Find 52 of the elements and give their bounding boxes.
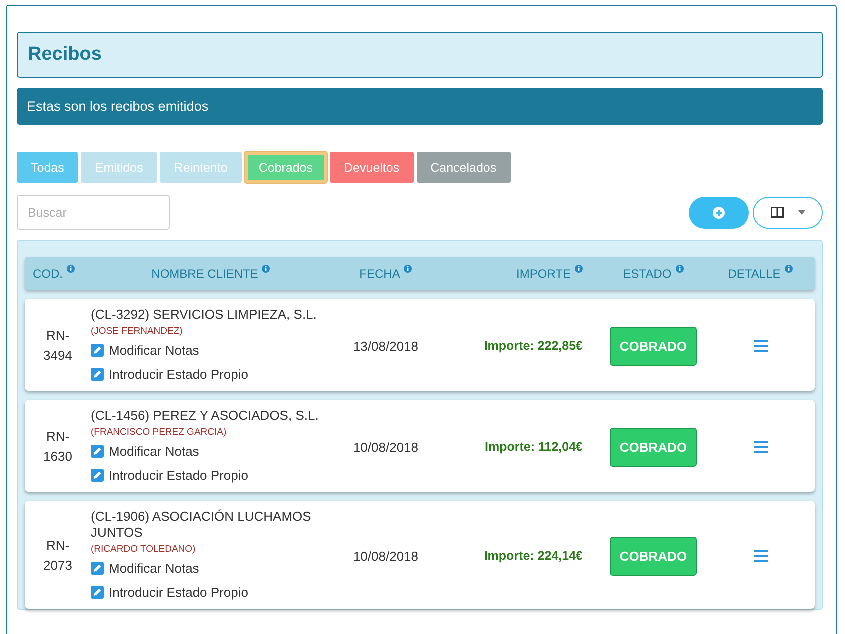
pencil-icon [91,368,104,381]
pencil-icon [91,469,104,482]
info-icon [262,264,270,272]
amount-text: Importe: 222,85€ [484,339,583,353]
action-link[interactable]: Introducir Estado Propio [91,582,248,603]
date-text: 10/08/2018 [353,440,419,454]
column-header: ESTADO [623,266,672,280]
info-icon [404,264,412,272]
client-name: (CL-3292) SERVICIOS LIMPIEZA, S.L. [91,307,317,323]
info-icon [676,264,684,272]
columns-icon [770,207,784,218]
date-text: 13/08/2018 [353,338,419,354]
amount-text: Importe: 224,14€ [484,549,583,563]
page-title: Recibos [28,44,102,66]
info-icon [67,264,75,272]
action-link[interactable]: Modificar Notas [91,441,200,462]
info-icon [784,264,793,272]
action-link[interactable]: Modificar Notas [91,340,200,361]
caret-icon [798,210,806,215]
column-header: FECHA [360,266,400,280]
menu-icon[interactable] [754,340,768,352]
receipt-code: RN-1630 [42,428,74,466]
contact-name: (FRANCISCO PEREZ GARCIA) [91,427,227,438]
action-link[interactable]: Modificar Notas [91,558,200,579]
menu-icon[interactable] [754,550,768,562]
client-name: (CL-1456) PEREZ Y ASOCIADOS, S.L. [91,408,319,424]
action-link[interactable]: Introducir Estado Propio [91,465,248,486]
pencil-icon [91,344,104,357]
banner-text: Estas son los recibos emitidos [27,99,209,114]
receipt-code: RN-2073 [42,537,74,575]
search-field[interactable]: Buscar [17,195,170,230]
info-icon [575,264,583,272]
menu-icon[interactable] [754,441,768,453]
plus-icon [713,206,725,218]
status-badge: COBRADO [610,428,698,466]
status-badge: COBRADO [610,326,698,366]
columns-button[interactable] [753,196,823,228]
pencil-icon [91,586,104,599]
action-link[interactable]: Introducir Estado Propio [91,364,248,385]
contact-name: (JOSE FERNANDEZ) [91,326,183,337]
pencil-icon [91,445,104,458]
column-header: IMPORTE [516,266,571,280]
pencil-icon [91,562,104,575]
client-name: (CL-1906) ASOCIACIÓN LUCHAMOS JUNTOS [91,509,312,541]
column-header: NOMBRE CLIENTE [152,266,258,280]
column-header: DETALLE [728,266,781,280]
receipt-code: RN-3494 [42,327,74,365]
column-header: COD. [33,266,63,280]
amount-text: Importe: 112,04€ [485,440,583,454]
date-text: 10/08/2018 [353,548,419,564]
contact-name: (RICARDO TOLEDANO) [91,544,196,555]
status-badge: COBRADO [610,536,698,576]
